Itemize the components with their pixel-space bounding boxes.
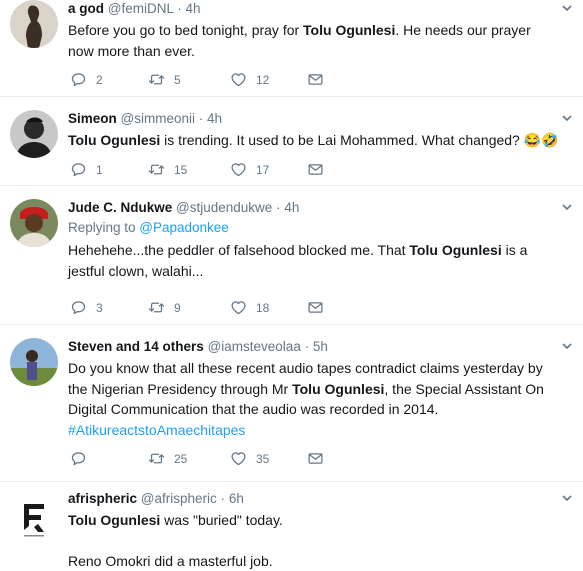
timestamp[interactable]: 4h [284, 200, 299, 215]
hashtag-link[interactable]: #AtikureactstoAmaechitapes [68, 420, 559, 441]
retweet-count: 15 [174, 163, 187, 177]
tweet-text: Before you go to bed tonight, pray for T… [68, 20, 559, 61]
chevron-down-icon[interactable] [561, 201, 573, 216]
reply-button[interactable]: 2 [70, 71, 103, 88]
avatar[interactable] [10, 0, 58, 48]
dm-icon [307, 161, 324, 178]
dm-button[interactable] [307, 299, 333, 316]
timestamp[interactable]: 4h [207, 111, 222, 126]
author-handle[interactable]: @femiDNL [108, 1, 174, 16]
dm-button[interactable] [307, 450, 333, 467]
reply-icon [70, 299, 87, 316]
retweet-icon [148, 71, 165, 88]
reply-count: 2 [96, 73, 103, 87]
retweet-button[interactable]: 25 [148, 450, 187, 467]
retweet-icon [148, 450, 165, 467]
retweet-icon [148, 161, 165, 178]
like-icon [230, 450, 247, 467]
like-count: 18 [256, 301, 269, 315]
timestamp[interactable]: 6h [229, 491, 244, 506]
chevron-down-icon[interactable] [561, 492, 573, 507]
tweet-text: Tolu Ogunlesi was "buried" today. [68, 510, 559, 531]
reply-button[interactable] [70, 450, 96, 467]
tweet[interactable]: Steven and 14 others @iamsteveolaa · 5h … [0, 325, 583, 482]
chevron-down-icon[interactable] [561, 340, 573, 355]
timestamp[interactable]: 4h [186, 1, 201, 16]
tweet-text: Do you know that all these recent audio … [68, 358, 559, 420]
dm-icon [307, 299, 324, 316]
like-button[interactable]: 12 [230, 71, 269, 88]
separator: · [276, 200, 281, 215]
avatar[interactable] [10, 494, 58, 542]
dm-button[interactable] [307, 71, 333, 88]
avatar[interactable] [10, 338, 58, 386]
author-name[interactable]: Steven and 14 others [68, 339, 204, 354]
like-icon [230, 71, 247, 88]
retweet-count: 5 [174, 73, 181, 87]
reply-icon [70, 450, 87, 467]
retweet-count: 25 [174, 452, 187, 466]
separator: · [177, 1, 182, 16]
retweet-button[interactable]: 15 [148, 161, 187, 178]
tweet-text: Tolu Ogunlesi is trending. It used to be… [68, 130, 559, 151]
dm-icon [307, 450, 324, 467]
retweet-button[interactable]: 9 [148, 299, 181, 316]
tweet-text-line: Reno Omokri did a masterful job. [68, 551, 559, 571]
chevron-down-icon[interactable] [561, 112, 573, 127]
separator: · [305, 339, 310, 354]
tweet[interactable]: a god @femiDNL · 4h Before you go to bed… [0, 0, 583, 97]
tweet[interactable]: Jude C. Ndukwe @stjudendukwe · 4h Replyi… [0, 186, 583, 325]
avatar[interactable] [10, 110, 58, 158]
author-handle[interactable]: @simmeonii [121, 111, 195, 126]
dm-icon [307, 71, 324, 88]
author-handle[interactable]: @stjudendukwe [176, 200, 272, 215]
author-name[interactable]: Simeon [68, 111, 117, 126]
reply-icon [70, 161, 87, 178]
tweet-text: Hehehehe...the peddler of falsehood bloc… [68, 240, 559, 281]
reply-icon [70, 71, 87, 88]
separator: · [221, 491, 226, 506]
chevron-down-icon[interactable] [561, 2, 573, 17]
replying-to: Replying to @Papadonkee [68, 218, 559, 238]
avatar[interactable] [10, 199, 58, 247]
retweet-icon [148, 299, 165, 316]
like-icon [230, 299, 247, 316]
reply-mention-link[interactable]: @Papadonkee [139, 220, 229, 235]
like-count: 17 [256, 163, 269, 177]
retweet-count: 9 [174, 301, 181, 315]
reply-count: 1 [96, 163, 103, 177]
reply-count: 3 [96, 301, 103, 315]
author-handle[interactable]: @afrispheric [141, 491, 217, 506]
tweet[interactable]: Simeon @simmeonii · 4h Tolu Ogunlesi is … [0, 97, 583, 186]
timestamp[interactable]: 5h [313, 339, 328, 354]
separator: · [199, 111, 204, 126]
reply-button[interactable]: 3 [70, 299, 103, 316]
like-count: 12 [256, 73, 269, 87]
like-button[interactable]: 35 [230, 450, 269, 467]
tweet[interactable]: afrispheric @afrispheric · 6h Tolu Ogunl… [0, 482, 583, 560]
like-icon [230, 161, 247, 178]
author-handle[interactable]: @iamsteveolaa [208, 339, 301, 354]
author-name[interactable]: a god [68, 1, 104, 16]
reply-button[interactable]: 1 [70, 161, 103, 178]
author-name[interactable]: Jude C. Ndukwe [68, 200, 172, 215]
like-button[interactable]: 18 [230, 299, 269, 316]
like-count: 35 [256, 452, 269, 466]
like-button[interactable]: 17 [230, 161, 269, 178]
author-name[interactable]: afrispheric [68, 491, 137, 506]
dm-button[interactable] [307, 161, 333, 178]
retweet-button[interactable]: 5 [148, 71, 181, 88]
